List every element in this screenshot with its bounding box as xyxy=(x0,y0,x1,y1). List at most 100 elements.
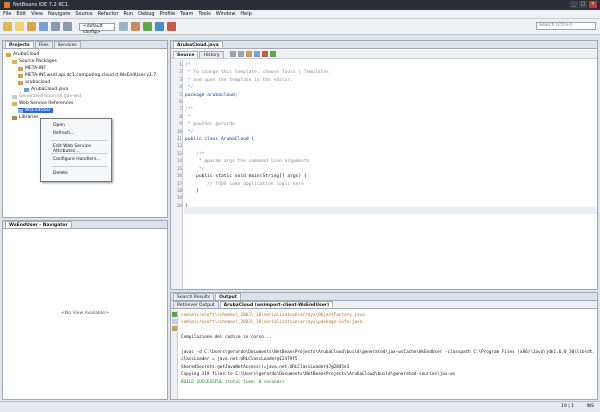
editor-view-toolbar: Source History xyxy=(171,50,597,59)
line-number: 3 xyxy=(179,77,182,83)
tab-wsimport-output[interactable]: ArubaCloud (wsimport-client-WsEndUser) xyxy=(219,301,334,308)
output-line: com\microsoft\schemas\_2003\_10\serializ… xyxy=(181,313,365,318)
clean-build-icon[interactable] xyxy=(131,22,140,31)
minimize-button[interactable]: _ xyxy=(570,1,578,8)
tab-projects[interactable]: Projects xyxy=(5,41,34,48)
find-icon[interactable] xyxy=(245,51,252,57)
output-line: javac -d C:\Users\gerardo\Documents\NetB… xyxy=(181,350,595,356)
redo-icon[interactable] xyxy=(63,22,72,31)
tree-label: arubacloud xyxy=(25,80,51,85)
line-number: 7 xyxy=(179,107,182,113)
tree-web-service-references[interactable]: Web Service References xyxy=(12,101,73,106)
tab-navigator[interactable]: WsEndUser - Navigator xyxy=(5,221,72,228)
tab-retriever-output[interactable]: Retriever Output xyxy=(173,301,219,308)
stop-icon[interactable] xyxy=(172,319,177,324)
menu-edit[interactable]: Edit xyxy=(16,11,26,17)
tab-output[interactable]: Output xyxy=(215,293,241,300)
menu-profile[interactable]: Profile xyxy=(160,11,176,17)
search-input[interactable]: Search (Ctrl+I) xyxy=(536,22,596,30)
menu-help[interactable]: Help xyxy=(240,11,251,17)
tree-source-packages[interactable]: Source Packages xyxy=(12,59,57,64)
menu-tools[interactable]: Tools xyxy=(198,11,210,17)
macro-record-icon[interactable] xyxy=(269,51,276,57)
menu-item-refresh[interactable]: Refresh... xyxy=(53,131,74,136)
bookmark-icon[interactable] xyxy=(253,51,260,57)
run-icon[interactable] xyxy=(143,22,152,31)
menu-item-configure-handlers[interactable]: Configure Handlers... xyxy=(53,157,101,162)
tree-libraries[interactable]: Libraries xyxy=(12,115,38,120)
line-number: 12 xyxy=(176,144,182,150)
current-line-highlight xyxy=(184,207,597,214)
debug-icon[interactable] xyxy=(155,22,164,31)
menu-view[interactable]: View xyxy=(31,11,43,17)
tab-services[interactable]: Services xyxy=(53,41,81,48)
menu-file[interactable]: File xyxy=(3,11,11,17)
build-icon[interactable] xyxy=(119,22,128,31)
code-line: */ xyxy=(185,166,205,172)
open-project-icon[interactable] xyxy=(27,22,36,31)
menu-debug[interactable]: Debug xyxy=(138,11,154,17)
menu-window[interactable]: Window xyxy=(216,11,236,17)
menu-item-delete[interactable]: Delete xyxy=(53,171,68,176)
forward-icon[interactable] xyxy=(237,51,244,57)
tree-label: Web Service References xyxy=(19,101,74,106)
package-icon xyxy=(18,66,23,71)
line-number: 6 xyxy=(179,100,182,106)
tree-arubacloud-java[interactable]: ArubaCloud.java xyxy=(24,87,68,92)
tree-label: WsEndUser xyxy=(25,108,51,113)
undo-icon[interactable] xyxy=(51,22,60,31)
menu-navigate[interactable]: Navigate xyxy=(48,11,70,17)
maximize-button[interactable]: □ xyxy=(579,1,587,8)
tree-meta-inf-wsdl[interactable]: META-INF.wsdl.api.dc1.computing.cloud.it… xyxy=(18,73,156,78)
menu-run[interactable]: Run xyxy=(124,11,134,17)
menu-item-open[interactable]: Open xyxy=(53,123,65,128)
code-area[interactable]: 1 2 3 4 5 6 7 8 9 10 11 12 13 14 15 16 17 18 19 20 /* * To … xyxy=(171,60,597,289)
ide-window: NetBeans IDE 7.2 RC1 _ □ × File Edit Vie… xyxy=(0,0,600,412)
save-all-icon[interactable] xyxy=(39,22,48,31)
config-select[interactable]: <default config> xyxy=(79,22,115,35)
navigator-tabstrip: WsEndUser - Navigator xyxy=(3,221,167,229)
tree-meta-inf[interactable]: META-INF xyxy=(18,66,46,71)
menu-separator xyxy=(51,153,108,154)
menu-team[interactable]: Team xyxy=(180,11,193,17)
menu-source[interactable]: Source xyxy=(75,11,92,17)
source-view-button[interactable]: Source xyxy=(173,50,199,58)
new-project-icon[interactable] xyxy=(3,22,12,31)
settings-icon[interactable] xyxy=(172,326,177,331)
close-button[interactable]: × xyxy=(589,1,597,8)
rerun-icon[interactable] xyxy=(172,312,177,317)
code-line: /** xyxy=(185,151,205,157)
tree-label: ArubaCloud.java xyxy=(31,87,69,92)
tree-project-arubacloud[interactable]: ArubaCloud xyxy=(6,52,39,57)
line-number: 14 xyxy=(176,159,182,165)
status-bar: 19 | 1 INS xyxy=(0,401,600,412)
code-line: */ xyxy=(185,85,194,91)
history-view-button[interactable]: History xyxy=(199,50,224,58)
main-toolbar: <default config> xyxy=(0,19,600,35)
new-file-icon[interactable] xyxy=(15,22,24,31)
menu-separator xyxy=(51,140,108,141)
menu-bar: File Edit View Navigate Source Refactor … xyxy=(0,10,600,19)
profile-icon[interactable] xyxy=(167,22,176,31)
tab-files[interactable]: Files xyxy=(34,41,53,48)
line-number: 9 xyxy=(179,122,182,128)
navigator-empty-message: <No View Available> xyxy=(61,311,109,316)
back-icon[interactable] xyxy=(229,51,236,57)
tree-label: Libraries xyxy=(19,115,39,120)
tree-arubacloud-package[interactable]: arubacloud xyxy=(18,80,50,85)
tree-wsenduser-selected[interactable]: WsEndUser xyxy=(18,108,53,113)
tab-arubacloud-java[interactable]: ArubaCloud.java xyxy=(173,41,223,48)
line-number: 20 xyxy=(176,203,182,209)
output-side-toolbar xyxy=(171,310,178,399)
tree-generated-sources[interactable]: Generated Sources (jax-ws) xyxy=(12,94,81,99)
line-number: 15 xyxy=(176,166,182,172)
tab-search-results[interactable]: Search Results xyxy=(173,293,215,300)
netbeans-logo-icon xyxy=(4,2,10,8)
menu-refactor[interactable]: Refactor xyxy=(98,11,119,17)
output-subtabstrip: Retriever Output ArubaCloud (wsimport-cl… xyxy=(171,301,597,309)
output-text: com\microsoft\schemas\_2003\_10\serializ… xyxy=(181,312,595,397)
toggle-highlight-icon[interactable] xyxy=(261,51,268,57)
